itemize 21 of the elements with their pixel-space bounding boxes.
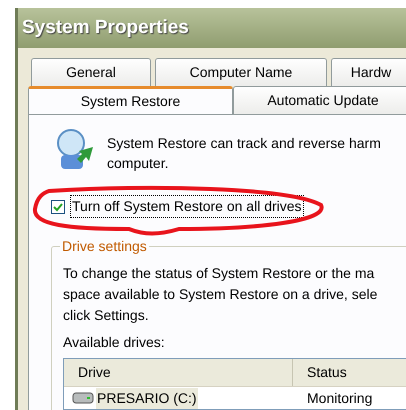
- drive-status: Monitoring: [306, 388, 372, 408]
- instruction-text: To change the status of System Restore or the ma: [63, 264, 376, 283]
- tab[interactable]: Computer Name: [155, 58, 327, 86]
- checkbox[interactable]: [51, 200, 65, 214]
- tab[interactable]: General: [31, 58, 151, 86]
- window-title: System Properties: [22, 16, 189, 40]
- checkbox-label[interactable]: Turn off System Restore on all drives: [70, 195, 304, 218]
- available-drives-label: Available drives:: [63, 333, 166, 352]
- tab[interactable]: System Restore: [28, 86, 233, 114]
- group-title: Drive settings: [61, 237, 148, 256]
- checkmark-icon: [53, 202, 63, 212]
- hard-drive-icon: [72, 392, 94, 404]
- column-header[interactable]: Drive: [64, 359, 293, 386]
- description-text: System Restore can track and reverse harm: [107, 134, 381, 153]
- description-text: computer.: [107, 154, 170, 173]
- tab[interactable]: Hardw: [331, 58, 406, 86]
- column-header[interactable]: Status: [293, 359, 406, 386]
- instruction-text: click Settings.: [63, 306, 150, 325]
- tab[interactable]: Automatic Update: [233, 86, 406, 114]
- instruction-text: space available to System Restore on a drive, sele: [63, 285, 378, 304]
- drive-name[interactable]: PRESARIO (C:): [96, 388, 198, 408]
